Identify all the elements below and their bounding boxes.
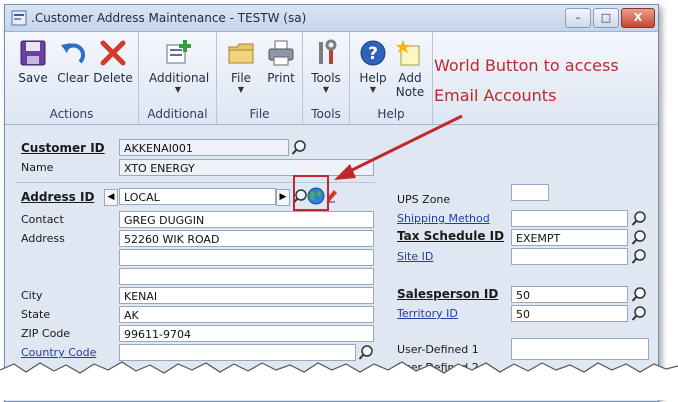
group-label-tools: Tools xyxy=(311,107,341,121)
help-dropdown-icon: ▼ xyxy=(369,85,377,94)
address-id-label: Address ID xyxy=(21,190,95,204)
user-defined-1-label: User-Defined 1 xyxy=(397,343,479,356)
tax-schedule-id-label: Tax Schedule ID xyxy=(397,229,505,243)
ribbon-group-help: ? Help ▼ Add Note Help xyxy=(350,32,433,124)
tax-schedule-lookup-icon[interactable] xyxy=(631,229,647,246)
file-label: File xyxy=(230,71,252,85)
help-icon: ? xyxy=(360,40,386,66)
save-icon xyxy=(20,40,46,66)
minimize-button[interactable]: – xyxy=(565,8,591,28)
customer-id-lookup-icon[interactable] xyxy=(291,139,307,156)
clear-button[interactable]: Clear xyxy=(53,38,93,85)
tax-schedule-id-field[interactable]: EXEMPT xyxy=(511,229,628,246)
salesperson-id-field[interactable]: 50 xyxy=(511,286,628,303)
clear-icon xyxy=(61,43,86,64)
delete-icon xyxy=(100,40,126,66)
additional-label: Additional xyxy=(149,71,210,85)
ribbon-group-additional: Additional ▼ Additional xyxy=(139,32,217,124)
state-field[interactable]: AK xyxy=(119,306,374,323)
annotation-line2: Email Accounts xyxy=(434,86,557,105)
salesperson-id-label: Salesperson ID xyxy=(397,287,499,301)
address-id-field[interactable]: LOCAL xyxy=(119,188,276,205)
address-next-button[interactable]: ▶ xyxy=(276,189,290,206)
salesperson-lookup-icon[interactable] xyxy=(631,286,647,303)
app-icon xyxy=(11,10,27,26)
ribbon-group-file: File ▼ Print File xyxy=(217,32,303,124)
city-label: City xyxy=(21,289,43,302)
additional-icon xyxy=(166,40,191,64)
file-icon xyxy=(228,43,254,64)
ribbon-group-tools: Tools ▼ Tools xyxy=(303,32,350,124)
zip-code-label: ZIP Code xyxy=(21,327,71,340)
ups-zone-label: UPS Zone xyxy=(397,193,451,206)
save-label: Save xyxy=(18,71,48,85)
add-note-label-line1: Add xyxy=(398,71,422,85)
group-label-actions: Actions xyxy=(49,107,94,121)
ups-zone-field[interactable] xyxy=(511,184,549,201)
shipping-method-field[interactable] xyxy=(511,210,628,227)
additional-dropdown-icon: ▼ xyxy=(174,85,182,94)
group-label-help: Help xyxy=(377,107,405,121)
contact-field[interactable]: GREG DUGGIN xyxy=(119,211,374,228)
print-label: Print xyxy=(267,71,295,85)
close-button[interactable]: X xyxy=(621,8,655,28)
help-button[interactable]: ? Help ▼ xyxy=(353,38,393,95)
address-label: Address xyxy=(21,232,65,245)
territory-id-link[interactable]: Territory ID xyxy=(397,307,458,320)
help-label: Help xyxy=(359,71,387,85)
clear-label: Clear xyxy=(57,71,89,85)
print-icon xyxy=(268,40,294,66)
address-line1-field[interactable]: 52260 WIK ROAD xyxy=(119,230,374,247)
delete-button[interactable]: Delete xyxy=(93,38,133,85)
tools-dropdown-icon: ▼ xyxy=(322,85,330,94)
file-button[interactable]: File ▼ xyxy=(221,38,261,95)
add-note-button[interactable]: Add Note xyxy=(390,38,430,99)
torn-edge-decoration xyxy=(0,361,678,400)
ribbon-toolbar: Save Clear Delete Actions Additional ▼ A… xyxy=(5,32,658,125)
territory-id-field[interactable]: 50 xyxy=(511,305,628,322)
tools-label: Tools xyxy=(311,71,341,85)
shipping-method-link[interactable]: Shipping Method xyxy=(397,212,490,225)
svg-text:?: ? xyxy=(368,44,378,64)
annotation-line1: World Button to access xyxy=(434,56,619,75)
site-id-lookup-icon[interactable] xyxy=(631,248,647,265)
state-label: State xyxy=(21,308,51,321)
user-defined-1-field[interactable] xyxy=(511,338,649,360)
address-line2-field[interactable] xyxy=(119,249,374,266)
zip-code-field[interactable]: 99611-9704 xyxy=(119,325,374,342)
print-button[interactable]: Print xyxy=(261,38,301,85)
city-field[interactable]: KENAI xyxy=(119,287,374,304)
add-note-icon xyxy=(396,40,420,66)
tools-button[interactable]: Tools ▼ xyxy=(306,38,346,95)
save-button[interactable]: Save xyxy=(13,38,53,85)
delete-label: Delete xyxy=(93,71,133,85)
site-id-field[interactable] xyxy=(511,248,628,265)
customer-id-field[interactable]: AKKENAI001 xyxy=(119,139,289,156)
title-bar: .Customer Address Maintenance - TESTW (s… xyxy=(5,5,658,32)
contact-label: Contact xyxy=(21,213,64,226)
tools-icon xyxy=(319,39,337,64)
group-label-additional: Additional xyxy=(147,107,208,121)
address-line3-field[interactable] xyxy=(119,268,374,285)
additional-button[interactable]: Additional ▼ xyxy=(149,38,210,95)
add-note-label-line2: Note xyxy=(395,85,425,99)
window-title: .Customer Address Maintenance - TESTW (s… xyxy=(31,11,307,25)
file-dropdown-icon: ▼ xyxy=(237,85,245,94)
name-label: Name xyxy=(21,161,54,174)
name-field: XTO ENERGY xyxy=(119,159,374,176)
restore-button[interactable]: □ xyxy=(593,8,619,28)
site-id-link[interactable]: Site ID xyxy=(397,250,433,263)
customer-id-label: Customer ID xyxy=(21,141,105,155)
group-label-file: File xyxy=(249,107,270,121)
ribbon-group-actions: Save Clear Delete Actions xyxy=(5,32,139,124)
address-prev-button[interactable]: ◀ xyxy=(104,189,118,206)
globe-button-highlight xyxy=(293,175,329,211)
shipping-method-lookup-icon[interactable] xyxy=(631,210,647,227)
territory-lookup-icon[interactable] xyxy=(631,305,647,322)
